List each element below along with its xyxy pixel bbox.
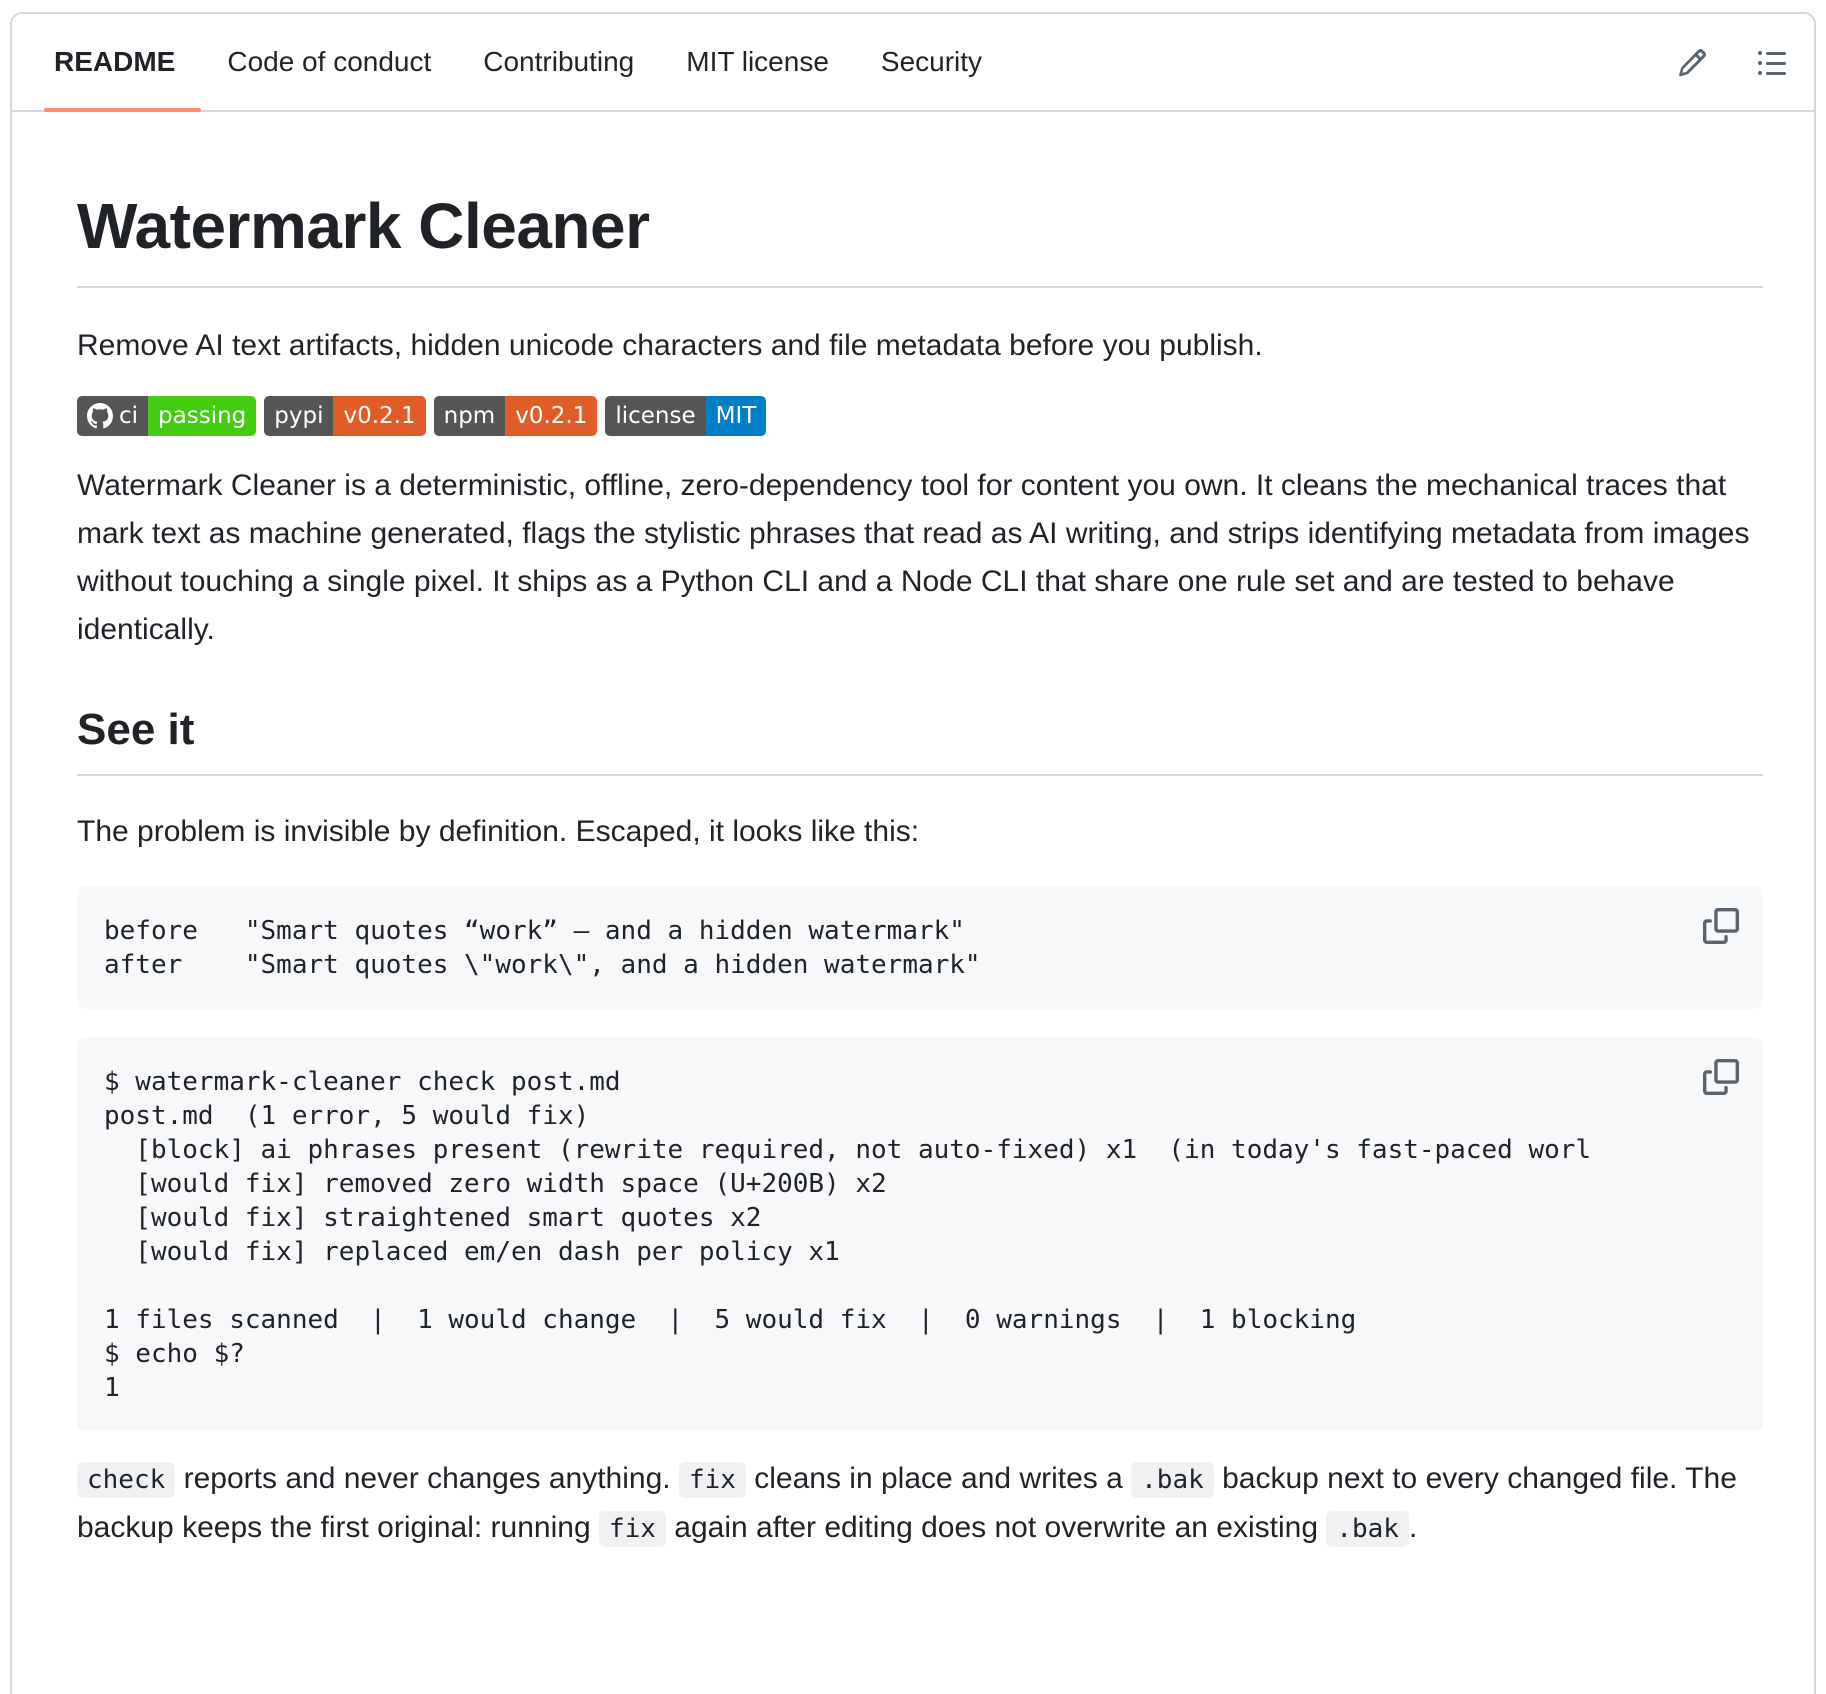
pencil-icon (1679, 48, 1707, 77)
copy-icon (1703, 1059, 1739, 1095)
badge-npm-value: v0.2.1 (505, 396, 598, 436)
inline-code: fix (598, 1511, 666, 1547)
page-title: Watermark Cleaner (77, 194, 1763, 288)
badge-ci[interactable]: ci passing (77, 396, 257, 436)
badge-pypi-label: pypi (264, 396, 334, 436)
badge-ci-value: passing (148, 396, 257, 436)
tab-mit-license[interactable]: MIT license (660, 14, 855, 110)
github-icon (87, 403, 113, 429)
badge-license-label: license (605, 396, 706, 436)
badge-npm[interactable]: npm v0.2.1 (433, 396, 598, 436)
text-span: . (1408, 1511, 1418, 1544)
inline-code: .bak (1326, 1511, 1409, 1547)
code-block-text: $ watermark-cleaner check post.md post.m… (104, 1067, 1592, 1403)
copy-icon (1703, 908, 1739, 944)
tab-contributing[interactable]: Contributing (457, 14, 660, 110)
tab-security[interactable]: Security (855, 14, 1008, 110)
badge-ci-label: ci (119, 403, 139, 429)
list-icon (1758, 51, 1786, 75)
badge-npm-label: npm (433, 396, 506, 436)
text-span: reports and never changes anything. (175, 1462, 679, 1495)
problem-paragraph: The problem is invisible by definition. … (77, 815, 920, 848)
text-span: cleans in place and writes a (745, 1462, 1132, 1495)
code-block-text: before "Smart quotes “work” — and a hidd… (104, 916, 981, 980)
inline-code: check (77, 1462, 176, 1498)
badge-row: ci passing pypi v0.2.1 npm v0.2.1 licens… (77, 396, 1763, 436)
section-heading-see-it: See it (77, 708, 1763, 776)
code-block-before-after[interactable]: before "Smart quotes “work” — and a hidd… (77, 886, 1763, 1009)
usage-paragraph: check reports and never changes anything… (77, 1455, 1763, 1553)
copy-button[interactable] (1703, 908, 1739, 944)
readme-tab-bar: README Code of conduct Contributing MIT … (12, 14, 1814, 112)
tab-code-of-conduct[interactable]: Code of conduct (201, 14, 457, 110)
inline-code: fix (678, 1462, 746, 1498)
inline-code: .bak (1131, 1462, 1214, 1498)
intro-paragraph: Watermark Cleaner is a deterministic, of… (77, 469, 1750, 646)
text-span: again after editing does not overwrite a… (665, 1511, 1327, 1544)
code-block-check-output[interactable]: $ watermark-cleaner check post.md post.m… (77, 1037, 1763, 1431)
copy-button[interactable] (1703, 1059, 1739, 1095)
readme-content: Watermark Cleaner Remove AI text artifac… (77, 112, 1763, 1553)
badge-pypi-value: v0.2.1 (333, 396, 426, 436)
badge-license-value: MIT (705, 396, 767, 436)
edit-button[interactable] (1674, 45, 1710, 81)
tab-readme[interactable]: README (28, 14, 202, 112)
badge-license[interactable]: license MIT (605, 396, 767, 436)
tab-actions (1674, 14, 1790, 112)
outline-button[interactable] (1754, 45, 1790, 81)
badge-pypi[interactable]: pypi v0.2.1 (264, 396, 426, 436)
tagline: Remove AI text artifacts, hidden unicode… (77, 329, 1263, 362)
readme-panel: README Code of conduct Contributing MIT … (10, 12, 1816, 1694)
